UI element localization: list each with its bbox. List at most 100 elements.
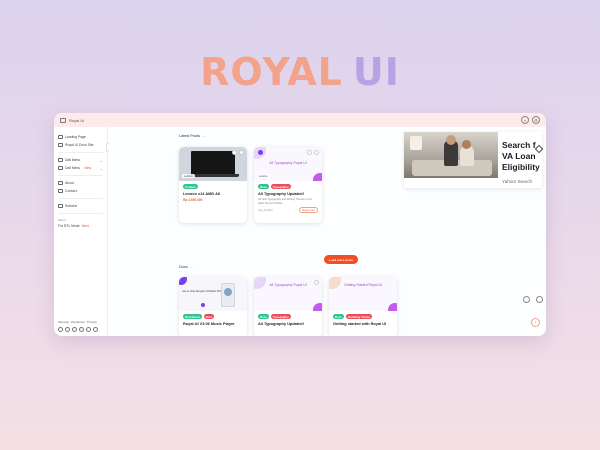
tag-dashboard[interactable]: Dashboard <box>183 314 202 320</box>
share-icon[interactable] <box>232 150 237 155</box>
sidebar-item-contact[interactable]: Contact <box>58 187 103 195</box>
docs-icon <box>58 143 63 147</box>
post-date: Aug 11 2023 <box>258 208 273 212</box>
divider <box>58 152 103 153</box>
facebook-icon[interactable] <box>58 327 63 332</box>
post-excerpt: All New Typography and Writing Themes in… <box>258 198 312 205</box>
sidebar-item-label: Dall Menu <box>65 166 81 170</box>
youtube-icon[interactable] <box>79 327 84 332</box>
tag-product[interactable]: Product <box>183 184 198 190</box>
doc-title[interactable]: Royal UI V3.06 Music Player <box>183 321 243 326</box>
post-card[interactable]: All Typography Royal UI Lenovo Docs Typo… <box>254 147 322 223</box>
menu-icon <box>58 158 63 162</box>
laptop-image <box>191 151 235 175</box>
phone-image <box>221 283 235 307</box>
twitter-icon[interactable] <box>72 327 77 332</box>
ad-headline[interactable]: Search f VA Loan Eligibility <box>502 140 542 173</box>
divider <box>58 175 103 176</box>
whatsapp-icon[interactable] <box>86 327 91 332</box>
bookmark-icon[interactable] <box>239 150 244 155</box>
thumb-actions <box>232 150 244 155</box>
footer-link-disclaimer[interactable]: Disclaimer <box>71 320 85 324</box>
doc-title[interactable]: Getting started with Royal UI <box>333 321 393 326</box>
sidebar-item-dall-menu-new[interactable]: Dall Menu New ⌄ <box>58 164 103 172</box>
label-badge[interactable]: Lenovo <box>257 174 270 178</box>
tag-typography[interactable]: Typography <box>270 314 291 320</box>
ad-image[interactable] <box>404 132 498 178</box>
doc-title[interactable]: All Typography Updated! <box>258 321 318 326</box>
tag-docs[interactable]: Docs <box>333 314 344 320</box>
info-icon <box>58 181 63 185</box>
post-title[interactable]: Lenovo v14 AMD A6 <box>183 191 243 196</box>
brand-word-royal: ROYAL <box>200 50 343 94</box>
section-dash: — <box>189 265 194 269</box>
sidebar-item-landing[interactable]: Landing Page <box>58 133 103 141</box>
read-more-button[interactable]: Read more <box>299 207 318 213</box>
brand-word-ui: UI <box>352 50 400 94</box>
doc-thumbnail[interactable]: All Typography Royal UI <box>254 277 322 311</box>
tag-docs[interactable]: Docs <box>258 184 269 190</box>
ad-banner[interactable]: Search f VA Loan Eligibility Yahoo! Sear… <box>404 132 544 188</box>
decor-blob <box>313 303 322 311</box>
settings-icon[interactable]: ⚙ <box>532 116 540 124</box>
post-title[interactable]: All Typography Updated! <box>258 191 318 196</box>
post-thumbnail[interactable]: Lenovo <box>179 147 247 181</box>
bookmark-icon[interactable] <box>314 150 319 155</box>
sidebar-item-label: About <box>65 181 74 185</box>
rtl-toggle[interactable]: For RTL Mode Next <box>58 222 103 230</box>
chevron-down-icon[interactable]: ⌄ <box>100 166 103 171</box>
scroll-top-button[interactable]: ↑ <box>531 318 540 327</box>
doc-thumbnail[interactable]: ow to Use Royal UI Music Player <box>179 277 247 311</box>
doc-card[interactable]: All Typography Royal UI Docs Typography … <box>254 277 322 336</box>
doc-card[interactable]: Getting Started Royal UI Docs Installing… <box>329 277 397 336</box>
post-thumbnail[interactable]: All Typography Royal UI Lenovo <box>254 147 322 181</box>
thumb-title: All Typography Royal UI <box>269 283 307 287</box>
sidebar-item-subiche[interactable]: Subiche <box>58 202 103 210</box>
footer-link-privacy[interactable]: Privacy <box>87 320 97 324</box>
new-badge: New <box>84 166 92 170</box>
sidebar-item-label: Landing Page <box>65 135 86 139</box>
settings-icon[interactable] <box>536 296 543 303</box>
sidebar-item-label: Subiche <box>65 204 78 208</box>
floating-actions <box>523 296 543 303</box>
decor-blob <box>388 303 397 311</box>
tag-docs[interactable]: Docs <box>203 314 215 320</box>
tag-docs[interactable]: Docs <box>258 314 269 320</box>
section-dash: — <box>201 134 206 138</box>
page-icon <box>58 135 63 139</box>
sidebar: Landing Page Royal UI Docs Site Dall Men… <box>54 127 108 336</box>
decor-dot <box>201 303 205 307</box>
doc-card[interactable]: ow to Use Royal UI Music Player Dashboar… <box>179 277 247 336</box>
thumb-title: ow to Use Royal UI Music Player <box>182 289 226 293</box>
menu-icon <box>58 166 63 170</box>
telegram-icon[interactable] <box>93 327 98 332</box>
sidebar-item-label: Dall Menu <box>65 158 81 162</box>
menu-icon[interactable] <box>60 117 66 123</box>
load-more-button[interactable]: Load more posts <box>324 255 358 264</box>
tag-typography[interactable]: Typography <box>270 184 291 190</box>
thumb-title: Getting Started Royal UI <box>344 283 382 287</box>
label-badge[interactable]: Lenovo <box>182 174 195 178</box>
theme-toggle-icon[interactable] <box>523 296 530 303</box>
doc-thumbnail[interactable]: Getting Started Royal UI <box>329 277 397 311</box>
sidebar-item-label: Contact <box>65 189 77 193</box>
decor-blob <box>179 277 187 285</box>
tag-installing-theme[interactable]: Installing Theme <box>345 314 372 320</box>
decor-blob <box>313 173 322 181</box>
thumb-title: All Typography Royal UI <box>269 161 307 165</box>
divider <box>58 198 103 199</box>
chevron-down-icon[interactable]: ⌄ <box>100 158 103 163</box>
divider <box>58 213 103 214</box>
instagram-icon[interactable] <box>65 327 70 332</box>
docs-heading: Docs — <box>179 265 193 269</box>
sidebar-item-docs[interactable]: Royal UI Docs Site <box>58 141 103 149</box>
brand-logo: ROYAL UI <box>0 50 600 94</box>
share-icon[interactable] <box>314 280 319 285</box>
share-icon[interactable] <box>307 150 312 155</box>
site-title[interactable]: Royal UI <box>69 118 84 123</box>
post-card[interactable]: Lenovo Product Lenovo v14 AMD A6 Rp.4.85… <box>179 147 247 223</box>
sidebar-item-about[interactable]: About <box>58 179 103 187</box>
sidebar-item-dall-menu[interactable]: Dall Menu ⌄ <box>58 156 103 164</box>
footer-link-sitemap[interactable]: Sitemap <box>58 320 69 324</box>
search-icon[interactable]: ⌕ <box>521 116 529 124</box>
